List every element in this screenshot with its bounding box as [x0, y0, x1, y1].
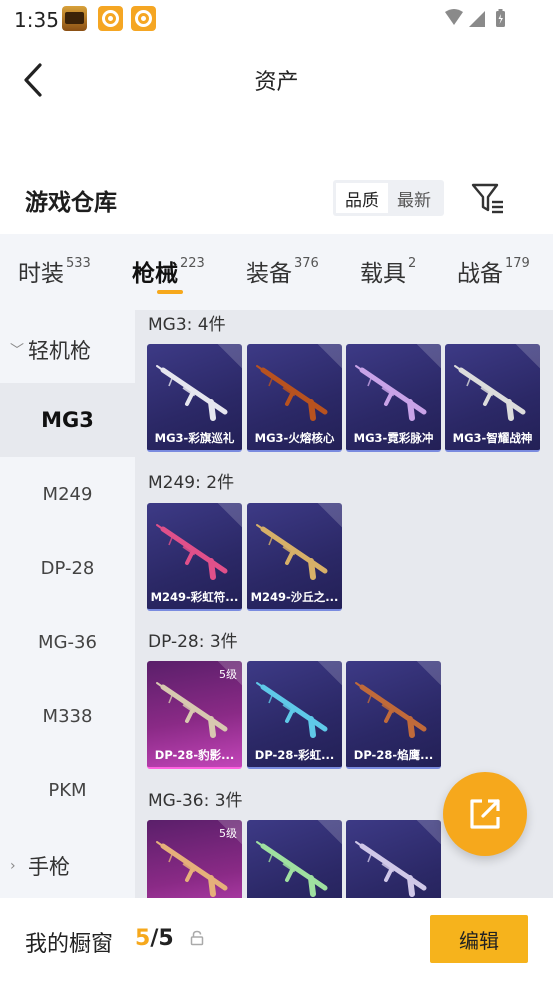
sort-option-latest[interactable]: 最新 [388, 183, 440, 213]
tab-vehicles[interactable]: 载具 2 [360, 254, 416, 288]
showcase-count: 5/5 [135, 926, 174, 951]
chevron-right-icon: › [10, 858, 16, 874]
weapon-card[interactable] [247, 820, 342, 898]
weapon-name: MG3-火熔核心 [254, 431, 335, 445]
weapon-skin-image [256, 682, 328, 738]
weapon-skin-image [355, 841, 427, 897]
lock-icon [190, 930, 204, 946]
share-external-icon [470, 799, 500, 829]
sort-toggle: 品质 最新 [333, 180, 444, 216]
weapon-skin-image [256, 365, 328, 421]
nav-item-pkm[interactable]: PKM [0, 780, 135, 801]
warehouse-title: 游戏仓库 [25, 190, 117, 216]
weapon-name: MG3-霓彩脉冲 [353, 431, 434, 445]
status-bar: 1:35 [0, 0, 553, 38]
weapon-name: M249-沙丘之... [250, 590, 339, 604]
weapon-name: MG3-智耀战神 [452, 431, 533, 445]
weapon-skin-image [454, 365, 526, 421]
game-app-icon [62, 6, 87, 31]
nav-item-dp28[interactable]: DP-28 [0, 558, 135, 579]
group-title-m249: M249: 2件 [148, 473, 235, 493]
weapon-type-nav: ﹀ 轻机枪 MG3 M249 DP-28 MG-36 M338 PKM › 手枪 [0, 310, 135, 898]
weapon-card[interactable]: MG3-火熔核心 [247, 344, 342, 452]
status-time: 1:35 [14, 8, 59, 32]
filter-icon[interactable] [470, 181, 506, 215]
weapon-card[interactable]: M249-沙丘之... [247, 503, 342, 611]
share-button[interactable] [443, 772, 527, 856]
weapon-name: M249-彩虹符... [150, 590, 239, 604]
active-tab-indicator [157, 290, 183, 294]
tab-count: 223 [180, 256, 205, 271]
weapon-skin-image [156, 524, 228, 580]
weapon-card[interactable]: DP-28-彩虹... [247, 661, 342, 769]
tab-equipment[interactable]: 装备 376 [246, 254, 319, 288]
weapon-skin-image [156, 682, 228, 738]
tab-count: 533 [66, 256, 91, 271]
tab-label: 载具 [360, 261, 406, 287]
tab-label: 战备 [457, 261, 503, 287]
tab-supplies[interactable]: 战备 179 [457, 254, 530, 288]
tab-count: 179 [505, 256, 530, 271]
nav-group-lmg[interactable]: ﹀ 轻机枪 [10, 335, 91, 365]
category-tabs: 时装 533 枪械 223 装备 376 载具 2 战备 179 [0, 234, 553, 310]
tab-fashion[interactable]: 时装 533 [18, 254, 91, 288]
showcase-max: 5 [158, 926, 174, 951]
group-title-dp28: DP-28: 3件 [148, 632, 238, 652]
page-title: 资产 [254, 70, 299, 95]
weapon-card[interactable] [346, 820, 441, 898]
tab-guns[interactable]: 枪械 223 [132, 254, 205, 288]
weapon-card[interactable]: MG3-霓彩脉冲 [346, 344, 441, 452]
tab-count: 376 [294, 256, 319, 271]
weapon-name: DP-28-焰鹰... [353, 748, 434, 762]
weapon-name: MG3-彩旗巡礼 [154, 431, 235, 445]
weapon-skin-image [256, 524, 328, 580]
weapon-card[interactable]: 5级 DP-28-豹影... [147, 661, 242, 769]
weapon-card[interactable]: M249-彩虹符... [147, 503, 242, 611]
nav-item-mg3[interactable]: MG3 [0, 383, 135, 457]
group-title-mg3: MG3: 4件 [148, 315, 226, 335]
nav-group-label: 轻机枪 [28, 339, 91, 363]
group-title-mg36: MG-36: 3件 [148, 791, 243, 811]
tab-label: 时装 [18, 261, 64, 287]
nav-group-label: 手枪 [28, 855, 70, 879]
weapon-name: DP-28-彩虹... [254, 748, 335, 762]
tab-label: 枪械 [132, 261, 178, 287]
orange-app-icon [98, 6, 123, 31]
sort-option-quality[interactable]: 品质 [336, 183, 388, 213]
nav-item-mg36[interactable]: MG-36 [0, 632, 135, 653]
weapon-card[interactable]: MG3-智耀战神 [445, 344, 540, 452]
chevron-down-icon: ﹀ [10, 343, 24, 359]
showcase-label: 我的橱窗 [25, 932, 114, 957]
tab-label: 装备 [246, 261, 292, 287]
nav-item-m338[interactable]: M338 [0, 706, 135, 727]
orange-app-icon [131, 6, 156, 31]
tab-count: 2 [408, 256, 417, 271]
weapon-card[interactable]: MG3-彩旗巡礼 [147, 344, 242, 452]
showcase-bar: 我的橱窗 5/5 编辑 [0, 898, 553, 983]
weapon-name: DP-28-豹影... [154, 748, 235, 762]
weapon-skin-image [355, 682, 427, 738]
showcase-current: 5 [135, 926, 151, 951]
weapon-skin-image [355, 365, 427, 421]
nav-item-m249[interactable]: M249 [0, 484, 135, 505]
edit-button[interactable]: 编辑 [430, 915, 528, 963]
weapon-skin-image [156, 841, 228, 897]
weapon-skin-image [256, 841, 328, 897]
weapon-card[interactable]: 5级 [147, 820, 242, 898]
weapon-skin-image [156, 365, 228, 421]
system-status-icons [445, 9, 505, 27]
weapon-card[interactable]: DP-28-焰鹰... [346, 661, 441, 769]
nav-group-pistol[interactable]: › 手枪 [10, 851, 70, 881]
